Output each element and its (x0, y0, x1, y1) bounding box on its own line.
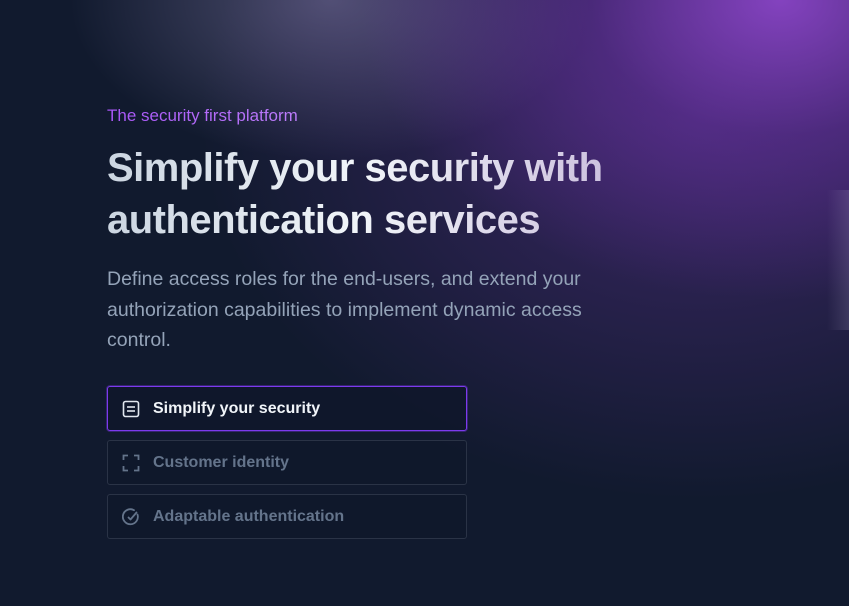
hero-section: The security first platform Simplify you… (0, 0, 849, 606)
feature-tabs: Simplify your security Customer identity (107, 386, 467, 548)
tab-label: Adaptable authentication (153, 507, 345, 525)
tab-simplify-security[interactable]: Simplify your security (107, 386, 467, 431)
check-circle-icon (121, 507, 141, 527)
page-title: Simplify your security with authenticati… (107, 142, 667, 246)
tab-customer-identity[interactable]: Customer identity (107, 440, 467, 485)
hero-description: Define access roles for the end-users, a… (107, 268, 582, 351)
tab-label: Simplify your security (153, 399, 321, 417)
scan-frame-icon (121, 453, 141, 473)
edge-highlight (827, 190, 849, 330)
hero-content: The security first platform Simplify you… (107, 104, 667, 356)
tab-adaptable-authentication[interactable]: Adaptable authentication (107, 494, 467, 539)
document-icon (121, 399, 141, 419)
eyebrow-text: The security first platform (107, 104, 667, 128)
tab-label: Customer identity (153, 453, 290, 471)
